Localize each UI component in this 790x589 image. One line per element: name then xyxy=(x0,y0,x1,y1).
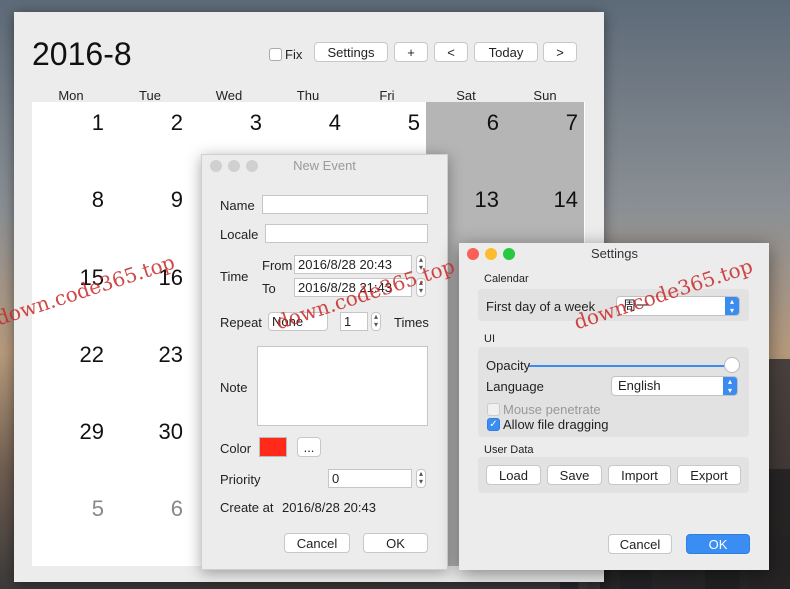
day-cell[interactable]: 23 xyxy=(143,342,183,368)
note-label: Note xyxy=(220,380,248,395)
weekday-tue: Tue xyxy=(139,88,161,103)
allow-drag-checkbox[interactable]: ✓ xyxy=(487,418,500,431)
name-input[interactable] xyxy=(262,195,428,214)
repeat-count-input[interactable]: 1 xyxy=(340,312,368,331)
allow-drag-label: Allow file dragging xyxy=(503,417,609,432)
minimize-icon[interactable] xyxy=(485,248,497,260)
cancel-button[interactable]: Cancel xyxy=(284,533,350,553)
day-cell[interactable]: 2 xyxy=(143,110,183,136)
create-at-value: 2016/8/28 20:43 xyxy=(282,500,376,515)
month-title: 2016-8 xyxy=(32,36,132,72)
day-cell[interactable]: 29 xyxy=(64,419,104,445)
day-cell[interactable]: 14 xyxy=(538,187,578,213)
next-month-button[interactable]: > xyxy=(543,42,577,62)
day-cell[interactable]: 13 xyxy=(459,187,499,213)
color-picker-button[interactable]: ... xyxy=(297,437,321,457)
weekday-mon: Mon xyxy=(58,88,84,103)
priority-stepper[interactable]: ▴ ▾ xyxy=(416,469,426,488)
weekday-sun: Sun xyxy=(533,88,557,103)
day-cell[interactable]: 3 xyxy=(222,110,262,136)
day-cell[interactable]: 7 xyxy=(538,110,578,136)
settings-button[interactable]: Settings xyxy=(314,42,388,62)
fix-label: Fix xyxy=(285,47,303,62)
day-cell[interactable]: 5 xyxy=(380,110,420,136)
day-cell[interactable]: 22 xyxy=(64,342,104,368)
day-cell-next-month[interactable]: 5 xyxy=(64,496,104,522)
repeat-label: Repeat xyxy=(220,315,262,330)
settings-window: Settings Calendar First day of a week 周一… xyxy=(459,243,769,570)
note-textarea[interactable] xyxy=(257,346,428,426)
day-cell[interactable]: 8 xyxy=(64,187,104,213)
priority-label: Priority xyxy=(220,472,261,487)
user-data-section-title: User Data xyxy=(484,444,534,456)
color-label: Color xyxy=(220,441,252,456)
new-event-window: New Event Name Locale Time From 2016/8/2… xyxy=(201,154,448,570)
minimize-icon[interactable] xyxy=(228,160,240,172)
settings-cancel-button[interactable]: Cancel xyxy=(608,534,672,554)
settings-title: Settings xyxy=(591,246,638,261)
zoom-icon[interactable] xyxy=(503,248,515,260)
from-label: From xyxy=(262,258,293,273)
language-label: Language xyxy=(486,379,544,394)
locale-input[interactable] xyxy=(265,224,428,243)
ui-section-title: UI xyxy=(484,333,495,345)
repeat-count-stepper[interactable]: ▴ ▾ xyxy=(371,312,381,331)
new-event-title: New Event xyxy=(293,158,356,173)
opacity-label: Opacity xyxy=(486,358,531,373)
mouse-penetrate-checkbox[interactable] xyxy=(487,403,500,416)
chevron-updown-icon: ▴ ▾ xyxy=(723,377,737,395)
import-button[interactable]: Import xyxy=(608,465,671,485)
opacity-slider-knob[interactable] xyxy=(724,357,740,373)
chevron-updown-icon: ▴ ▾ xyxy=(725,297,739,315)
weekday-thu: Thu xyxy=(296,88,320,103)
day-cell[interactable]: 4 xyxy=(301,110,341,136)
day-cell[interactable]: 9 xyxy=(143,187,183,213)
day-cell[interactable]: 30 xyxy=(143,419,183,445)
day-cell[interactable]: 6 xyxy=(459,110,499,136)
time-label: Time xyxy=(220,269,249,284)
name-label: Name xyxy=(220,198,255,213)
day-cell[interactable]: 1 xyxy=(64,110,104,136)
export-button[interactable]: Export xyxy=(677,465,741,485)
to-label: To xyxy=(262,281,276,296)
create-at-label: Create at xyxy=(220,500,274,515)
close-icon[interactable] xyxy=(467,248,479,260)
mouse-penetrate-label: Mouse penetrate xyxy=(503,402,601,417)
color-swatch[interactable] xyxy=(259,437,287,457)
prev-month-button[interactable]: < xyxy=(434,42,468,62)
language-value: English xyxy=(618,378,661,393)
add-event-button[interactable]: + xyxy=(394,42,428,62)
today-button[interactable]: Today xyxy=(474,42,538,62)
settings-ok-button[interactable]: OK xyxy=(686,534,750,554)
weekday-fri: Fri xyxy=(379,88,395,103)
calendar-section-title: Calendar xyxy=(484,273,529,285)
ok-button[interactable]: OK xyxy=(363,533,428,553)
zoom-icon[interactable] xyxy=(246,160,258,172)
load-button[interactable]: Load xyxy=(486,465,541,485)
fix-checkbox[interactable] xyxy=(269,48,282,61)
priority-input[interactable]: 0 xyxy=(328,469,412,488)
day-cell-next-month[interactable]: 6 xyxy=(143,496,183,522)
locale-label: Locale xyxy=(220,227,259,242)
language-select[interactable]: English ▴ ▾ xyxy=(611,376,738,396)
save-button[interactable]: Save xyxy=(547,465,602,485)
times-label: Times xyxy=(394,315,429,330)
weekday-wed: Wed xyxy=(215,88,243,103)
opacity-slider-track[interactable] xyxy=(529,365,735,367)
weekday-sat: Sat xyxy=(456,88,476,103)
close-icon[interactable] xyxy=(210,160,222,172)
